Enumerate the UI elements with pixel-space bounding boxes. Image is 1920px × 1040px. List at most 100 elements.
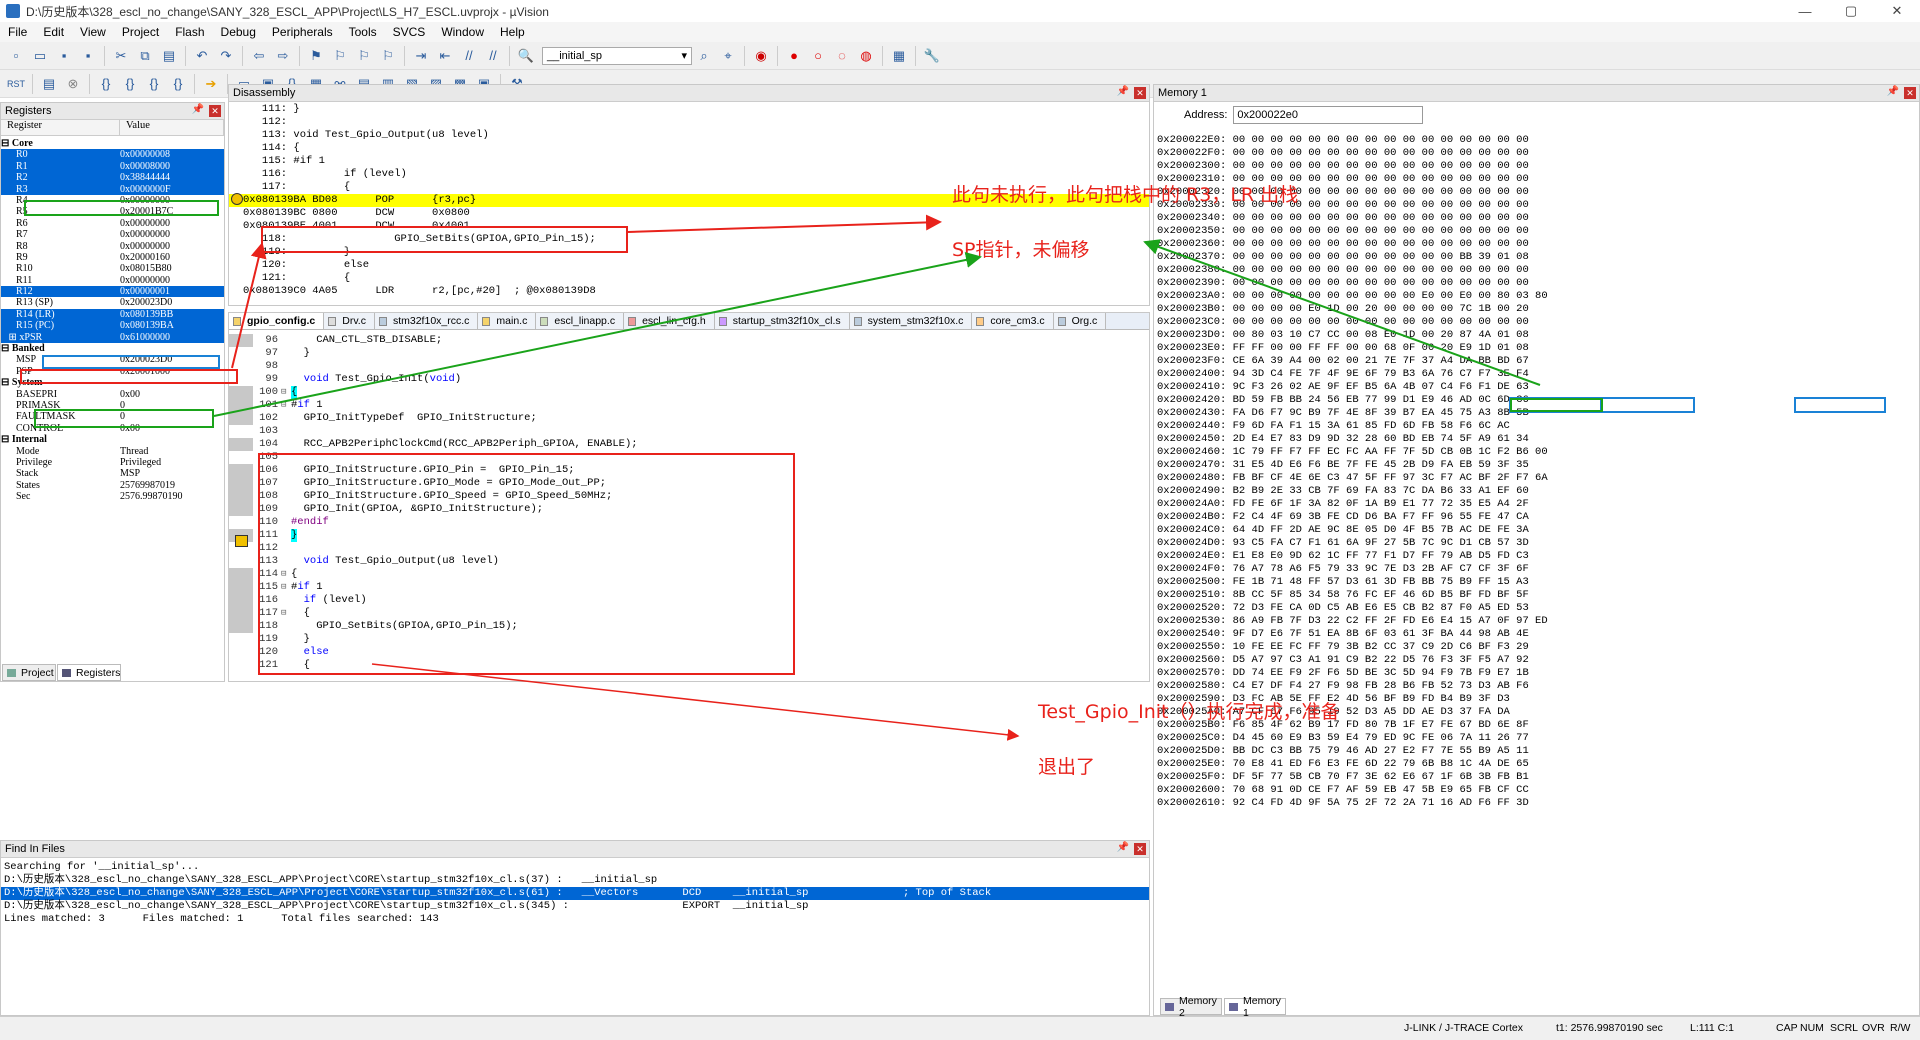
code-line[interactable]: 99 void Test_Gpio_Init(void) — [229, 373, 1149, 386]
register-row[interactable]: Stack MSP — [1, 468, 224, 479]
editor-tab-startup-stm32f10x-cl-s[interactable]: startup_stm32f10x_cl.s — [714, 313, 850, 329]
tab-memory-2[interactable]: Memory 2 — [1160, 995, 1222, 1019]
editor-tab-escl-lin-cfg-h[interactable]: escl_lin_cfg.h — [624, 313, 715, 329]
find-result-line[interactable]: Searching for '__initial_sp'... — [1, 861, 1149, 874]
code-gutter[interactable] — [229, 568, 253, 581]
disassembly-line[interactable]: 0x080139BC 0800 DCW 0x0800 — [229, 207, 1149, 220]
memory-row[interactable]: 0x200024C0: 64 4D FF 2D AE 9C 8E 05 D0 4… — [1154, 524, 1919, 537]
maximize-button[interactable]: ▢ — [1828, 0, 1874, 22]
redo-icon[interactable]: ↷ — [216, 46, 236, 66]
memory-row[interactable]: 0x20002500: FE 1B 71 48 FF 57 D3 61 3D F… — [1154, 576, 1919, 589]
editor-tab-gpio-config-c[interactable]: gpio_config.c — [229, 313, 325, 329]
show-next-statement-icon[interactable]: ➔ — [201, 74, 221, 94]
register-row[interactable]: R12 0x00000001 — [1, 286, 224, 298]
code-gutter[interactable] — [229, 386, 253, 399]
fold-icon[interactable] — [281, 373, 291, 386]
menu-project[interactable]: Project — [114, 25, 167, 39]
code-gutter[interactable] — [229, 503, 253, 516]
pin-icon[interactable]: 📌 — [1887, 86, 1899, 97]
menu-view[interactable]: View — [72, 25, 114, 39]
close-window-button[interactable]: ✕ — [1874, 0, 1920, 22]
tab-project[interactable]: Project — [2, 664, 56, 681]
paste-icon[interactable]: ▤ — [159, 46, 179, 66]
code-gutter[interactable] — [229, 581, 253, 594]
memory-row[interactable]: 0x200023E0: FF FF 00 00 FF FF 00 00 68 0… — [1154, 342, 1919, 355]
register-row[interactable]: R0 0x00000008 — [1, 149, 224, 161]
register-row[interactable]: R10 0x08015B80 — [1, 263, 224, 274]
memory-row[interactable]: 0x20002580: C4 E7 DF F4 27 F9 98 FB 28 B… — [1154, 680, 1919, 693]
memory-row[interactable]: 0x200025C0: D4 45 60 E9 B3 59 E4 79 ED 9… — [1154, 732, 1919, 745]
unindent-icon[interactable]: ⇤ — [435, 46, 455, 66]
breakpoint-icon[interactable]: ● — [784, 46, 804, 66]
register-row[interactable]: ⊟ Core — [1, 138, 224, 149]
configure-icon[interactable]: 🔧 — [922, 46, 942, 66]
memory-row[interactable]: 0x200025D0: BB DC C3 BB 75 79 46 AD 27 E… — [1154, 745, 1919, 758]
stop-icon[interactable]: ⊗ — [63, 74, 83, 94]
undo-icon[interactable]: ↶ — [192, 46, 212, 66]
memory-row[interactable]: 0x200024F0: 76 A7 78 A6 F5 79 33 9C 7E D… — [1154, 563, 1919, 576]
memory-row[interactable]: 0x200024E0: E1 E8 E0 9D 62 1C FF 77 F1 D… — [1154, 550, 1919, 563]
code-gutter[interactable] — [229, 555, 253, 568]
memory-row[interactable]: 0x20002470: 31 E5 4D E6 F6 BE 7F FE 45 2… — [1154, 459, 1919, 472]
register-row[interactable]: ⊞ xPSR 0x61000000 — [1, 331, 224, 344]
nav-back-icon[interactable]: ⇦ — [249, 46, 269, 66]
close-icon[interactable]: ✕ — [209, 105, 221, 117]
memory-row[interactable]: 0x20002510: 8B CC 5F 85 34 58 76 FC EF 4… — [1154, 589, 1919, 602]
editor-tab-main-c[interactable]: main.c — [478, 313, 537, 329]
memory-row[interactable]: 0x20002450: 2D E4 E7 83 D9 9D 32 28 60 B… — [1154, 433, 1919, 446]
memory-row[interactable]: 0x20002300: 00 00 00 00 00 00 00 00 00 0… — [1154, 160, 1919, 173]
editor-tab-system-stm32f10x-c[interactable]: system_stm32f10x.c — [849, 313, 973, 329]
register-row[interactable]: R8 0x00000000 — [1, 241, 224, 252]
memory-row[interactable]: 0x20002380: 00 00 00 00 00 00 00 00 00 0… — [1154, 264, 1919, 277]
memory-row[interactable]: 0x20002480: FB BF CF 4E 6E C3 47 5F FF 9… — [1154, 472, 1919, 485]
menu-help[interactable]: Help — [492, 25, 533, 39]
menu-window[interactable]: Window — [433, 25, 492, 39]
editor-tab-org-c[interactable]: Org.c — [1053, 313, 1107, 329]
disassembly-line[interactable]: 121: { — [229, 272, 1149, 285]
menu-tools[interactable]: Tools — [341, 25, 385, 39]
open-file-icon[interactable]: ▭ — [30, 46, 50, 66]
menu-debug[interactable]: Debug — [213, 25, 264, 39]
register-row[interactable]: R1 0x00008000 — [1, 160, 224, 173]
editor-tab-escl-linapp-c[interactable]: escl_linapp.c — [536, 313, 625, 329]
code-line[interactable]: 100 ⊟{ — [229, 386, 1149, 399]
fold-icon[interactable] — [281, 425, 291, 438]
register-row[interactable]: Privilege Privileged — [1, 457, 224, 468]
code-gutter[interactable] — [229, 334, 253, 347]
code-gutter[interactable] — [229, 633, 253, 646]
menu-file[interactable]: File — [0, 25, 35, 39]
close-icon[interactable]: ✕ — [1904, 87, 1916, 99]
register-row[interactable]: R9 0x20000160 — [1, 252, 224, 263]
code-gutter[interactable] — [229, 646, 253, 659]
code-gutter[interactable] — [229, 425, 253, 438]
register-row[interactable]: R2 0x38844444 — [1, 172, 224, 184]
new-file-icon[interactable]: ▫ — [6, 46, 26, 66]
menu-flash[interactable]: Flash — [167, 25, 212, 39]
fold-icon[interactable]: ⊟ — [281, 399, 291, 412]
code-gutter[interactable] — [229, 659, 253, 672]
register-row[interactable]: R13 (SP) 0x200023D0 — [1, 297, 224, 308]
disassembly-line[interactable]: 114: { — [229, 142, 1149, 155]
bookmark-icon[interactable]: ⚑ — [306, 46, 326, 66]
close-icon[interactable]: ✕ — [1134, 843, 1146, 855]
step-out-icon[interactable]: {} — [144, 74, 164, 94]
code-line[interactable]: 103 — [229, 425, 1149, 438]
code-gutter[interactable] — [229, 477, 253, 490]
memory-row[interactable]: 0x200023B0: 00 00 00 00 E0 1D 00 20 00 0… — [1154, 303, 1919, 316]
code-gutter[interactable] — [229, 464, 253, 477]
memory-row[interactable]: 0x20002410: 9C F3 26 02 AE 9F EF B5 6A 4… — [1154, 381, 1919, 394]
memory-row[interactable]: 0x20002440: F9 6D FA F1 15 3A 61 85 FD 6… — [1154, 420, 1919, 433]
code-gutter[interactable] — [229, 438, 253, 451]
register-row[interactable]: States 25769987019 — [1, 480, 224, 491]
memory-row[interactable]: 0x20002460: 1C 79 FF F7 FF EC FC AA FF 7… — [1154, 446, 1919, 459]
memory-row[interactable]: 0x200023F0: CE 6A 39 A4 00 02 00 21 7E 7… — [1154, 355, 1919, 368]
memory-row[interactable]: 0x20002540: 9F D7 E6 7F 51 EA 8B 6F 03 6… — [1154, 628, 1919, 641]
fold-icon[interactable] — [281, 360, 291, 373]
fold-icon[interactable] — [281, 334, 291, 347]
code-line[interactable]: 98 — [229, 360, 1149, 373]
code-line[interactable]: 97 } — [229, 347, 1149, 360]
disassembly-line[interactable]: 0x080139C0 4A05 LDR r2,[pc,#20] ; @0x080… — [229, 285, 1149, 298]
code-gutter[interactable] — [229, 607, 253, 620]
minimize-button[interactable]: — — [1782, 0, 1828, 22]
memory-row[interactable]: 0x20002390: 00 00 00 00 00 00 00 00 00 0… — [1154, 277, 1919, 290]
